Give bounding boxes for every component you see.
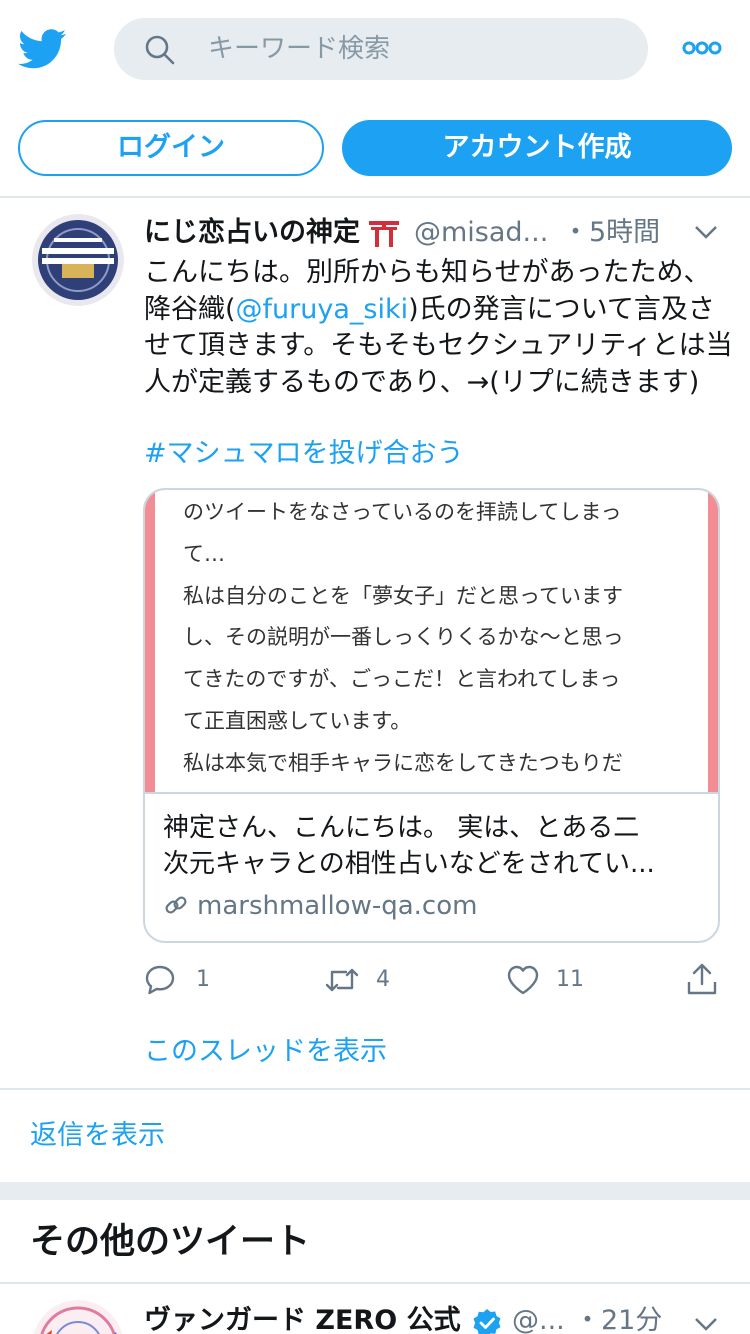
heart-icon xyxy=(507,965,539,995)
card-description-line: 次元キャラとの相性占いなどをされてい... xyxy=(163,849,655,879)
chevron-down-icon[interactable] xyxy=(694,1316,718,1332)
share-icon xyxy=(687,963,717,995)
more-options-icon[interactable] xyxy=(682,38,722,58)
search-box[interactable]: キーワード検索 xyxy=(114,18,648,80)
reply-button[interactable]: 1 xyxy=(144,960,224,1004)
retweet-icon xyxy=(325,968,359,992)
chevron-down-icon[interactable] xyxy=(694,224,718,240)
card-domain: marshmallow-qa.com xyxy=(163,888,477,924)
like-button[interactable]: 11 xyxy=(506,960,596,1004)
author-handle[interactable]: @misad... xyxy=(414,214,548,252)
mention-link[interactable]: @furuya_siki xyxy=(236,294,409,325)
card-image-line: 私は自分のことを「夢女子」だと思っています xyxy=(183,583,623,608)
link-card[interactable]: のツイートをなさっているのを拝読してしまっ て… 私は自分のことを「夢女子」だと… xyxy=(143,488,720,943)
tweet-time[interactable]: ・5時間 xyxy=(562,214,660,252)
card-description-line: 神定さん、こんにちは。 実は、とある二 xyxy=(163,813,640,843)
search-icon xyxy=(145,35,175,65)
card-image-line: 私は本気で相手キャラに恋をしてきたつもりだ xyxy=(183,750,623,775)
link-icon xyxy=(165,896,187,914)
share-button[interactable] xyxy=(686,960,726,1004)
hashtag-link[interactable]: #マシュマロを投げ合おう xyxy=(144,436,464,472)
card-image: のツイートをなさっているのを拝読してしまっ て… 私は自分のことを「夢女子」だと… xyxy=(145,490,718,792)
tweet-text: こんにちは。別所からも知らせがあったため、降谷織(@furuya_siki)氏の… xyxy=(144,255,734,401)
reply-icon xyxy=(145,965,175,995)
card-description: 神定さん、こんにちは。 実は、とある二 次元キャラとの相性占いなどをされてい..… xyxy=(163,810,703,882)
avatar[interactable] xyxy=(32,214,124,306)
show-thread-link[interactable]: このスレッドを表示 xyxy=(144,1034,387,1070)
card-image-line: て正直困惑しています。 xyxy=(183,708,412,733)
tweet-header: にじ恋占いの神定 @misad... ・5時間 xyxy=(144,214,734,254)
divider xyxy=(0,1282,750,1284)
signup-button[interactable]: アカウント作成 xyxy=(342,120,732,176)
divider xyxy=(0,196,750,198)
divider xyxy=(0,1088,750,1090)
search-input[interactable]: キーワード検索 xyxy=(208,33,390,65)
author-handle[interactable]: @... xyxy=(512,1302,565,1334)
reply-count: 1 xyxy=(196,967,210,992)
card-image-line: のツイートをなさっているのを拝読してしまっ xyxy=(183,500,622,524)
card-image-line: し、その説明が一番しっくりくるかな〜と思っ xyxy=(183,625,624,650)
card-image-line: て… xyxy=(183,541,225,566)
card-image-line: てきたのですが、ごっこだ！と言われてしまっ xyxy=(183,667,621,692)
card-image-text: のツイートをなさっているのを拝読してしまっ て… 私は自分のことを「夢女子」だと… xyxy=(183,492,703,785)
verified-badge-icon xyxy=(473,1309,501,1334)
more-tweets-heading: その他のツイート xyxy=(30,1222,311,1262)
section-separator xyxy=(0,1182,750,1200)
card-divider xyxy=(145,792,718,794)
top-bar: キーワード検索 xyxy=(0,0,750,100)
tweet-actions: 1 4 11 xyxy=(144,960,734,1004)
twitter-logo-icon[interactable] xyxy=(18,28,66,70)
card-image-panel: のツイートをなさっているのを拝読してしまっ て… 私は自分のことを「夢女子」だと… xyxy=(155,490,708,792)
show-replies-link[interactable]: 返信を表示 xyxy=(30,1118,165,1154)
tweet-time[interactable]: ・21分 xyxy=(574,1302,662,1334)
tweet-header: ヴァンガード ZERO 公式 @... ・21分 xyxy=(144,1302,734,1334)
login-button[interactable]: ログイン xyxy=(18,120,324,176)
auth-buttons: ログイン アカウント作成 xyxy=(0,118,750,180)
author-name[interactable]: ヴァンガード ZERO 公式 xyxy=(144,1302,461,1334)
card-domain-text: marshmallow-qa.com xyxy=(197,891,478,921)
avatar[interactable] xyxy=(32,1300,124,1334)
retweet-count: 4 xyxy=(376,967,390,992)
retweet-button[interactable]: 4 xyxy=(324,960,404,1004)
torii-icon xyxy=(369,221,399,247)
like-count: 11 xyxy=(556,967,584,992)
author-name[interactable]: にじ恋占いの神定 xyxy=(144,214,360,252)
